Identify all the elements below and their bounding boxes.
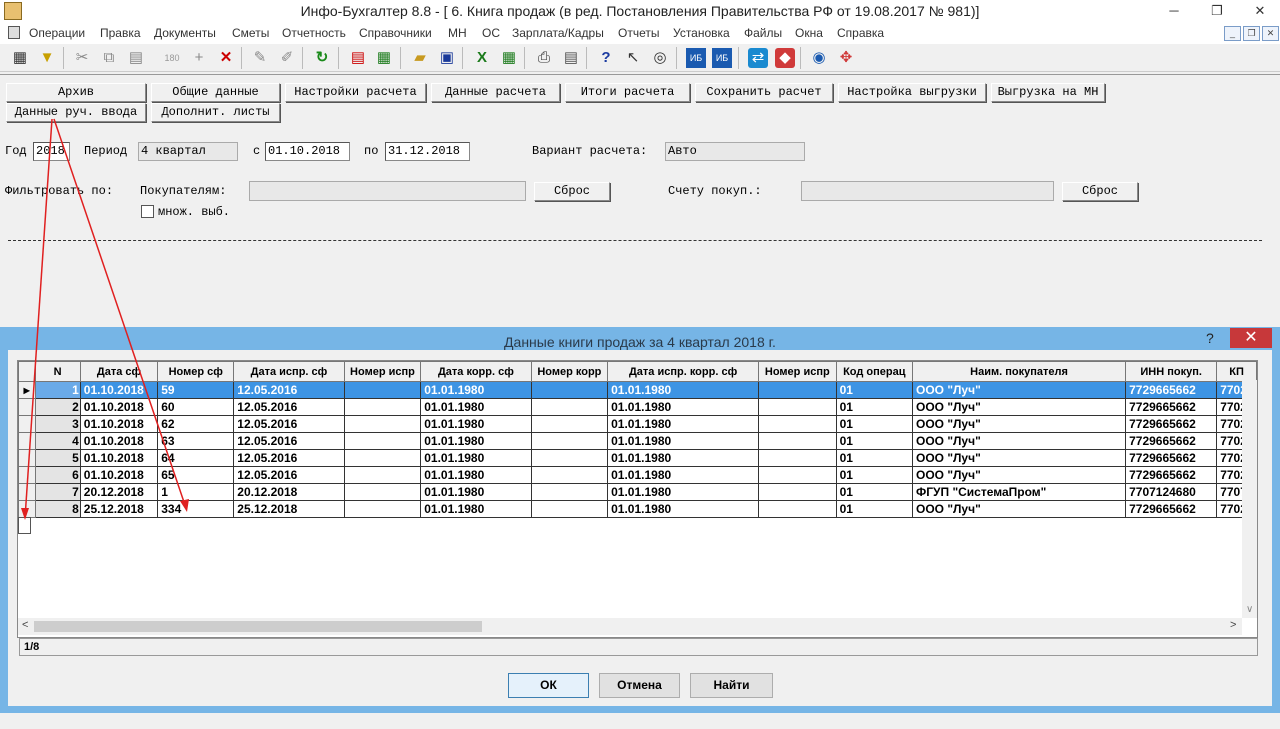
- arrow-head: [21, 508, 29, 520]
- arrow-head: [180, 499, 189, 512]
- arrow-line: [53, 118, 187, 509]
- arrow-line: [24, 118, 53, 519]
- annotation-arrows: [21, 118, 189, 520]
